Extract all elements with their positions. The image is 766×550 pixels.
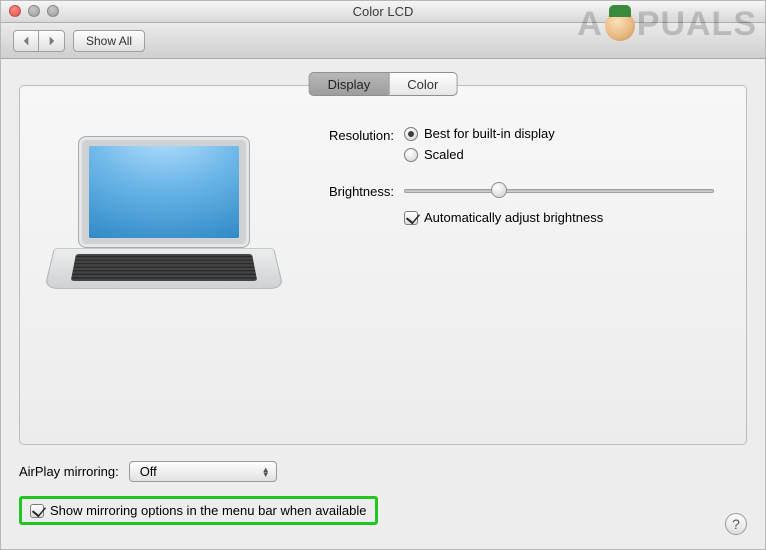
mirroring-option-highlight: Show mirroring options in the menu bar w… — [19, 496, 378, 525]
minimize-icon[interactable] — [28, 5, 40, 17]
close-icon[interactable] — [9, 5, 21, 17]
checkbox-icon — [404, 211, 418, 225]
tab-display[interactable]: Display — [309, 72, 390, 96]
slider-thumb[interactable] — [491, 182, 507, 198]
airplay-label: AirPlay mirroring: — [19, 464, 119, 479]
radio-icon — [404, 148, 418, 162]
display-pane: Resolution: Best for built-in display Sc… — [20, 86, 746, 316]
resolution-label: Resolution: — [304, 126, 404, 143]
settings-group: Resolution: Best for built-in display Sc… — [304, 126, 718, 316]
resolution-scaled-option[interactable]: Scaled — [404, 147, 718, 162]
laptop-image — [54, 136, 274, 316]
popup-arrows-icon: ▲▼ — [262, 467, 270, 477]
checkbox-icon — [30, 504, 44, 518]
brightness-slider[interactable] — [404, 182, 714, 200]
help-button[interactable]: ? — [725, 513, 747, 535]
tab-color[interactable]: Color — [389, 72, 457, 96]
zoom-icon[interactable] — [47, 5, 59, 17]
titlebar: Color LCD — [1, 1, 765, 23]
auto-brightness-option[interactable]: Automatically adjust brightness — [404, 210, 718, 225]
forward-button[interactable] — [39, 30, 65, 52]
airplay-row: AirPlay mirroring: Off ▲▼ — [19, 461, 747, 482]
show-mirroring-option[interactable]: Show mirroring options in the menu bar w… — [30, 503, 367, 518]
chevron-left-icon — [22, 36, 31, 46]
show-all-button[interactable]: Show All — [73, 30, 145, 52]
preferences-window: Color LCD Show All Display Color — [0, 0, 766, 550]
resolution-best-option[interactable]: Best for built-in display — [404, 126, 718, 141]
back-button[interactable] — [13, 30, 39, 52]
radio-icon — [404, 127, 418, 141]
content-panel: Display Color Resolution: Best — [19, 85, 747, 445]
window-controls — [9, 5, 59, 17]
bottom-area: AirPlay mirroring: Off ▲▼ Show mirroring… — [19, 461, 747, 525]
airplay-popup[interactable]: Off ▲▼ — [129, 461, 277, 482]
nav-segment — [13, 30, 65, 52]
tab-group: Display Color — [309, 72, 458, 96]
brightness-label: Brightness: — [304, 182, 404, 199]
toolbar: Show All — [1, 23, 765, 59]
window-title: Color LCD — [353, 4, 414, 19]
chevron-right-icon — [47, 36, 56, 46]
